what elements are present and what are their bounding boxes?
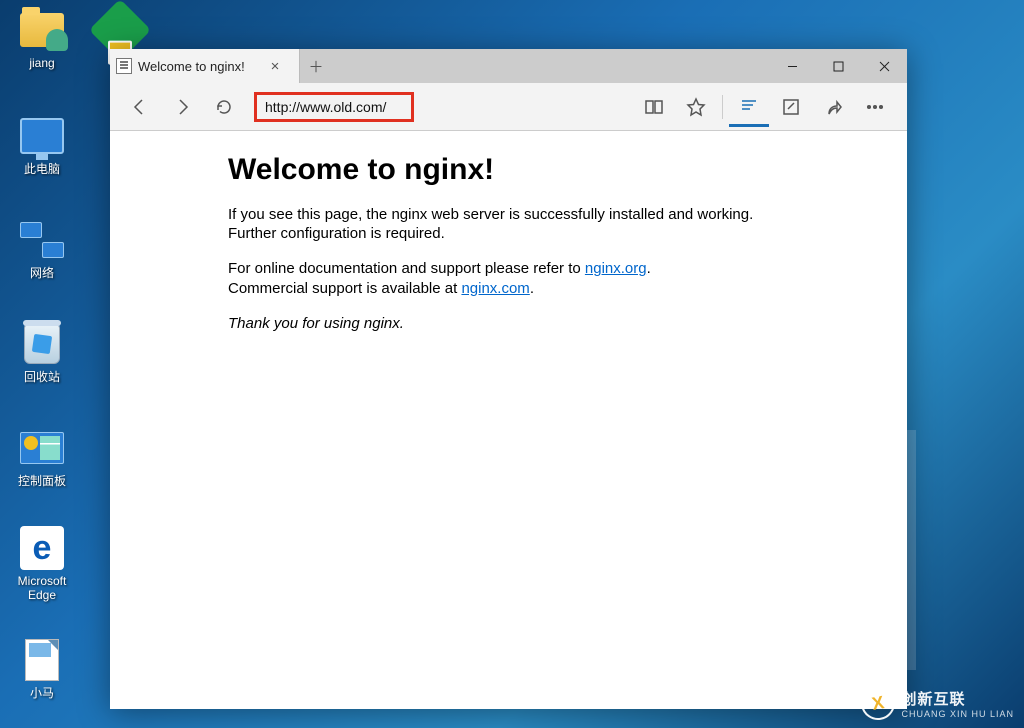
favorite-button[interactable] bbox=[676, 87, 716, 127]
watermark: X 创新互联 CHUANG XIN HU LIAN bbox=[861, 686, 1014, 720]
page-icon bbox=[116, 58, 132, 74]
reading-view-button[interactable] bbox=[634, 87, 674, 127]
page-content: Welcome to nginx! If you see this page, … bbox=[110, 131, 907, 709]
edge-icon: e bbox=[20, 526, 64, 570]
maximize-button[interactable] bbox=[815, 49, 861, 83]
icon-label: 控制面板 bbox=[4, 474, 80, 488]
page-para-1: If you see this page, the nginx web serv… bbox=[228, 205, 768, 243]
forward-button[interactable] bbox=[164, 89, 200, 125]
folder-user-icon bbox=[20, 13, 64, 47]
icon-label: 网络 bbox=[4, 266, 80, 280]
toolbar: http://www.old.com/ bbox=[110, 83, 907, 131]
recycle-bin-icon bbox=[24, 324, 60, 364]
desktop-icon-file[interactable]: 小马 bbox=[4, 636, 80, 700]
tab-title: Welcome to nginx! bbox=[138, 59, 253, 74]
network-icon bbox=[20, 222, 64, 258]
back-button[interactable] bbox=[122, 89, 158, 125]
desktop-icon-control-panel[interactable]: 控制面板 bbox=[4, 424, 80, 488]
page-thanks: Thank you for using nginx. bbox=[228, 314, 768, 333]
hub-button[interactable] bbox=[729, 87, 769, 127]
minimize-button[interactable] bbox=[769, 49, 815, 83]
page-para-2: For online documentation and support ple… bbox=[228, 259, 768, 297]
webnote-button[interactable] bbox=[771, 87, 811, 127]
icon-label: jiang bbox=[4, 56, 80, 70]
icon-label: 此电脑 bbox=[4, 162, 80, 176]
toolbar-right bbox=[634, 87, 895, 127]
close-window-button[interactable] bbox=[861, 49, 907, 83]
link-nginx-com[interactable]: nginx.com bbox=[461, 280, 529, 297]
icon-label: 回收站 bbox=[4, 370, 80, 384]
desktop-icon-network[interactable]: 网络 bbox=[4, 216, 80, 280]
desktop-icon-this-pc[interactable]: 此电脑 bbox=[4, 112, 80, 176]
control-panel-icon bbox=[20, 432, 64, 464]
share-button[interactable] bbox=[813, 87, 853, 127]
refresh-button[interactable] bbox=[206, 89, 242, 125]
window-controls bbox=[769, 49, 907, 83]
more-button[interactable] bbox=[855, 87, 895, 127]
address-bar[interactable]: http://www.old.com/ bbox=[254, 92, 414, 122]
new-tab-button[interactable]: ＋ bbox=[300, 49, 332, 83]
watermark-line1: 创新互联 bbox=[901, 688, 1014, 709]
page-heading: Welcome to nginx! bbox=[228, 153, 879, 187]
file-icon bbox=[25, 639, 59, 681]
desktop-icon-edge[interactable]: e Microsoft Edge bbox=[4, 524, 80, 603]
tab-close-button[interactable]: × bbox=[259, 58, 291, 75]
link-nginx-org[interactable]: nginx.org bbox=[585, 260, 647, 277]
address-bar-wrap: http://www.old.com/ bbox=[254, 92, 622, 122]
pc-icon bbox=[20, 118, 64, 154]
browser-window: Welcome to nginx! × ＋ http://www.old.com… bbox=[110, 49, 907, 709]
icon-label: 小马 bbox=[4, 686, 80, 700]
browser-tab[interactable]: Welcome to nginx! × bbox=[110, 49, 300, 83]
desktop-icon-recycle-bin[interactable]: 回收站 bbox=[4, 320, 80, 384]
watermark-line2: CHUANG XIN HU LIAN bbox=[901, 709, 1014, 719]
tab-bar: Welcome to nginx! × ＋ bbox=[110, 49, 907, 83]
separator bbox=[722, 95, 723, 119]
desktop-icon-user-folder[interactable]: jiang bbox=[4, 6, 80, 70]
watermark-logo-icon: X bbox=[859, 683, 898, 722]
icon-label: Microsoft Edge bbox=[4, 574, 80, 603]
